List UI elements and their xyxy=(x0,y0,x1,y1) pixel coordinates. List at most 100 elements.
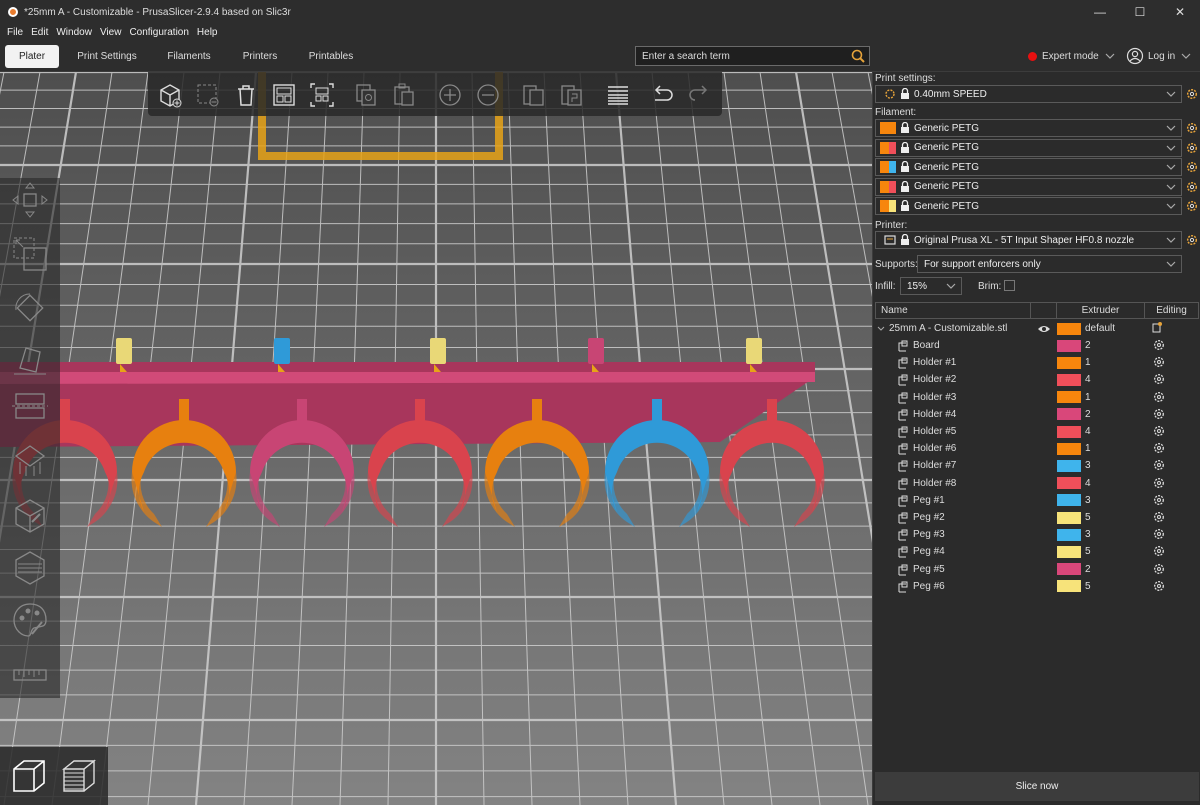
scale-icon[interactable] xyxy=(10,234,50,274)
paste-icon[interactable] xyxy=(390,81,418,109)
extruder-value[interactable]: 2 xyxy=(1085,409,1091,420)
extruder-value[interactable]: 1 xyxy=(1085,392,1091,403)
infill-combo[interactable]: 15% xyxy=(900,277,962,295)
filament-combo-2[interactable]: Generic PETG xyxy=(875,138,1182,157)
delete-object-icon[interactable] xyxy=(194,81,222,109)
column-editing[interactable]: Editing xyxy=(1145,303,1198,318)
gear-icon[interactable] xyxy=(1153,391,1165,403)
gear-icon[interactable] xyxy=(1186,122,1198,134)
mmu-painting-icon[interactable] xyxy=(10,600,50,640)
part-row[interactable]: Holder #6 1 xyxy=(875,440,1199,457)
extruder-value[interactable]: 5 xyxy=(1085,512,1091,523)
extruder-swatch[interactable] xyxy=(1057,322,1081,335)
gear-icon[interactable] xyxy=(1153,545,1165,557)
mode-selector[interactable]: Expert mode xyxy=(1028,47,1116,65)
filament-combo-1[interactable]: Generic PETG xyxy=(875,119,1182,137)
extruder-swatch[interactable] xyxy=(1057,425,1081,438)
preview-layers-icon[interactable] xyxy=(58,755,100,797)
part-row[interactable]: Peg #4 5 xyxy=(875,543,1199,560)
search-icon[interactable] xyxy=(850,48,866,64)
extruder-value[interactable]: 1 xyxy=(1085,357,1091,368)
gear-icon[interactable] xyxy=(1186,181,1198,193)
gear-icon[interactable] xyxy=(1186,161,1198,173)
gear-icon[interactable] xyxy=(1186,88,1198,100)
print-profile-combo[interactable]: 0.40mm SPEED xyxy=(875,85,1182,103)
arrange-selection-icon[interactable] xyxy=(308,81,336,109)
part-row[interactable]: Peg #2 5 xyxy=(875,509,1199,526)
extruder-swatch[interactable] xyxy=(1057,442,1081,455)
cut-icon[interactable] xyxy=(10,386,50,426)
extruder-swatch[interactable] xyxy=(1057,545,1081,558)
filament-combo-4[interactable]: Generic PETG xyxy=(875,177,1182,196)
gear-icon[interactable] xyxy=(1153,563,1165,575)
part-row[interactable]: Peg #6 5 xyxy=(875,578,1199,595)
part-row[interactable]: Holder #7 3 xyxy=(875,457,1199,474)
menu-configuration[interactable]: Configuration xyxy=(129,27,188,38)
redo-icon[interactable] xyxy=(686,81,714,109)
extruder-swatch[interactable] xyxy=(1057,391,1081,404)
gear-icon[interactable] xyxy=(1153,373,1165,385)
move-icon[interactable] xyxy=(10,180,50,220)
maximize-button[interactable]: ☐ xyxy=(1120,0,1160,24)
3d-scene[interactable] xyxy=(0,72,872,805)
extruder-value[interactable]: 1 xyxy=(1085,443,1091,454)
brim-checkbox[interactable] xyxy=(1004,280,1015,291)
column-name[interactable]: Name xyxy=(876,303,1031,318)
menu-help[interactable]: Help xyxy=(197,27,218,38)
arrange-icon[interactable] xyxy=(270,81,298,109)
search-input[interactable]: Enter a search term xyxy=(635,46,870,66)
split-to-objects-icon[interactable] xyxy=(520,81,548,109)
tab-plater[interactable]: Plater xyxy=(5,45,59,68)
menu-view[interactable]: View xyxy=(100,27,122,38)
extruder-swatch[interactable] xyxy=(1057,356,1081,369)
gear-icon[interactable] xyxy=(1153,494,1165,506)
extruder-value[interactable]: 3 xyxy=(1085,495,1091,506)
close-button[interactable]: ✕ xyxy=(1160,0,1200,24)
settings-edit-icon[interactable] xyxy=(1151,321,1163,333)
part-row[interactable]: Holder #3 1 xyxy=(875,389,1199,406)
supports-combo[interactable]: For support enforcers only xyxy=(917,255,1182,273)
part-row[interactable]: Board 2 xyxy=(875,337,1199,354)
menu-edit[interactable]: Edit xyxy=(31,27,48,38)
extruder-swatch[interactable] xyxy=(1057,477,1081,490)
slice-now-button[interactable]: Slice now xyxy=(875,772,1199,801)
printer-combo[interactable]: Original Prusa XL - 5T Input Shaper HF0.… xyxy=(875,231,1182,249)
filament-combo-3[interactable]: Generic PETG xyxy=(875,158,1182,176)
menu-file[interactable]: File xyxy=(7,27,23,38)
delete-all-icon[interactable] xyxy=(232,81,260,109)
tab-filaments[interactable]: Filaments xyxy=(160,45,218,68)
gear-icon[interactable] xyxy=(1153,511,1165,523)
tab-print-settings[interactable]: Print Settings xyxy=(72,45,142,68)
gear-icon[interactable] xyxy=(1186,200,1198,212)
gear-icon[interactable] xyxy=(1153,356,1165,368)
extruder-value[interactable]: 3 xyxy=(1085,460,1091,471)
tab-printers[interactable]: Printers xyxy=(236,45,284,68)
variable-layer-height-icon[interactable] xyxy=(604,81,632,109)
column-extruder[interactable]: Extruder xyxy=(1057,303,1145,318)
gear-icon[interactable] xyxy=(1153,408,1165,420)
extruder-swatch[interactable] xyxy=(1057,373,1081,386)
gear-icon[interactable] xyxy=(1186,234,1198,246)
part-row[interactable]: Peg #3 3 xyxy=(875,526,1199,543)
gear-icon[interactable] xyxy=(1186,142,1198,154)
3d-view-icon[interactable] xyxy=(8,755,50,797)
tab-printables[interactable]: Printables xyxy=(302,45,360,68)
extruder-value[interactable]: 4 xyxy=(1085,478,1091,489)
add-instance-icon[interactable] xyxy=(436,81,464,109)
part-row[interactable]: Holder #2 4 xyxy=(875,371,1199,388)
menu-window[interactable]: Window xyxy=(56,27,92,38)
remove-instance-icon[interactable] xyxy=(474,81,502,109)
filament-combo-5[interactable]: Generic PETG xyxy=(875,197,1182,215)
gear-icon[interactable] xyxy=(1153,442,1165,454)
extruder-value[interactable]: 3 xyxy=(1085,529,1091,540)
fdm-supports-layers-icon[interactable] xyxy=(10,548,50,588)
collapse-chevron-icon[interactable] xyxy=(877,325,885,333)
measure-icon[interactable] xyxy=(10,656,50,696)
eye-icon[interactable] xyxy=(1037,324,1051,334)
extruder-value[interactable]: default xyxy=(1085,323,1115,334)
extruder-value[interactable]: 4 xyxy=(1085,374,1091,385)
part-row[interactable]: Holder #8 4 xyxy=(875,475,1199,492)
part-row[interactable]: Peg #5 2 xyxy=(875,561,1199,578)
extruder-value[interactable]: 4 xyxy=(1085,426,1091,437)
login-button[interactable]: Log in xyxy=(1126,46,1192,66)
